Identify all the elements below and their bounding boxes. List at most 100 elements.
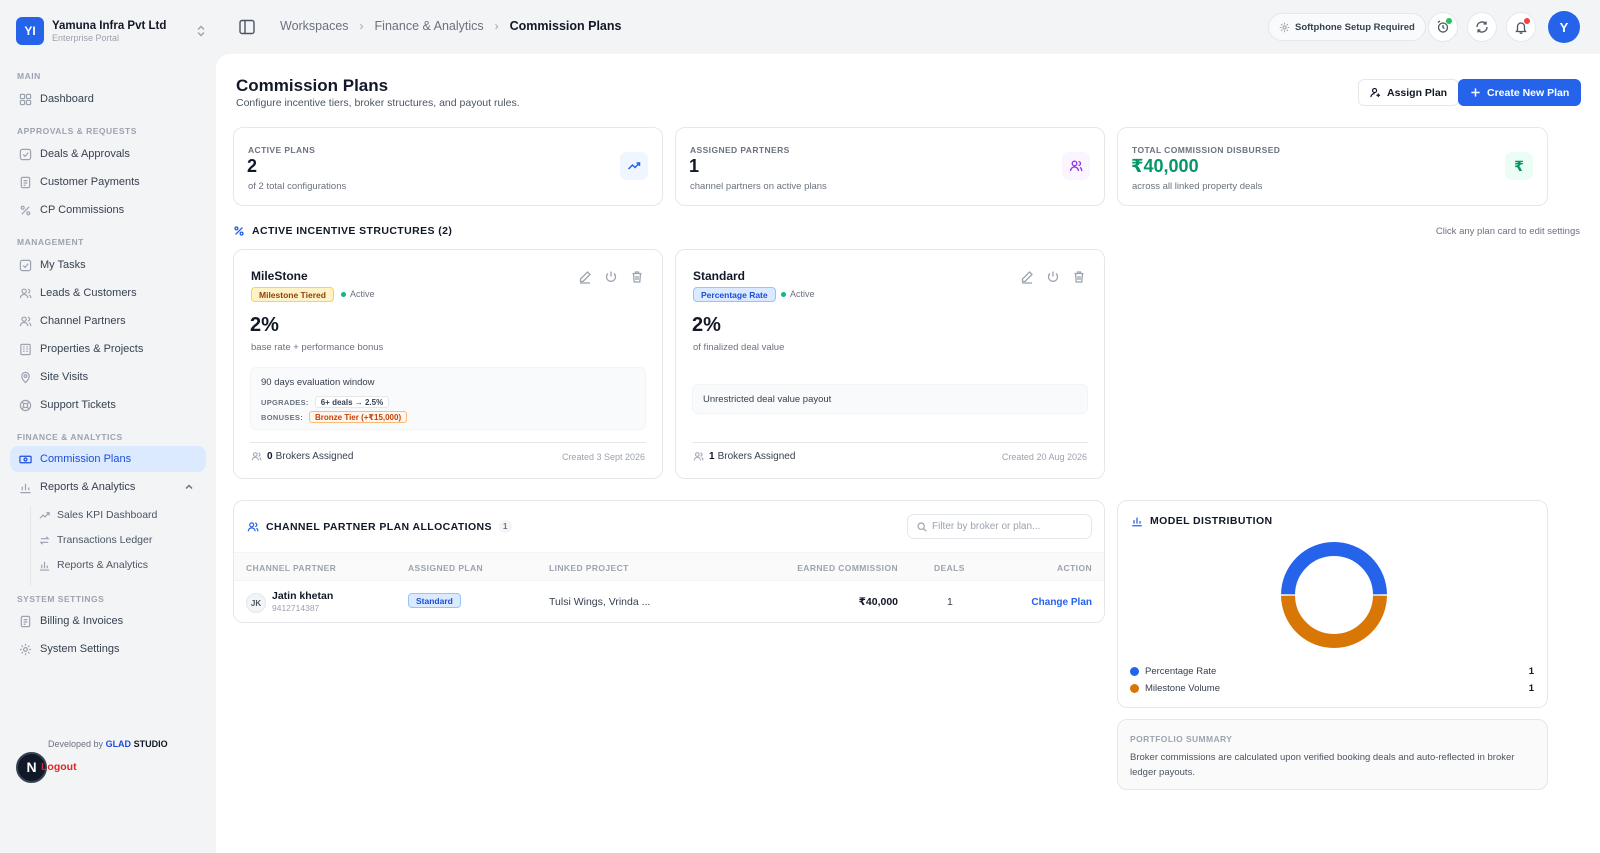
chevron-right-icon: › bbox=[494, 19, 499, 33]
sidebar-item-support-tickets[interactable]: Support Tickets bbox=[10, 392, 206, 418]
stat-desc: of 2 total configurations bbox=[248, 181, 347, 192]
legend-label: Percentage Rate bbox=[1145, 666, 1217, 677]
sidebar-item-billing[interactable]: Billing & Invoices bbox=[10, 608, 206, 634]
upgrades-label: UPGRADES: bbox=[261, 397, 309, 407]
sidebar-item-label: Channel Partners bbox=[40, 315, 126, 327]
sidebar-item-properties[interactable]: Properties & Projects bbox=[10, 336, 206, 362]
sidebar-item-deals[interactable]: Deals & Approvals bbox=[10, 141, 206, 167]
sidebar-item-reports[interactable]: Reports & Analytics bbox=[10, 474, 206, 500]
upgrades-row: UPGRADES: 6+ deals → 2.5% bbox=[261, 396, 390, 408]
stat-label: TOTAL COMMISSION DISBURSED bbox=[1132, 145, 1281, 155]
assign-plan-label: Assign Plan bbox=[1387, 86, 1448, 99]
sidebar-toggle-icon[interactable] bbox=[238, 18, 256, 36]
plan-type-badge: Percentage Rate bbox=[693, 287, 776, 302]
alarm-button[interactable] bbox=[1428, 12, 1458, 42]
sidebar-item-cp-commissions[interactable]: CP Commissions bbox=[10, 197, 206, 223]
plan-type-badge: Milestone Tiered bbox=[251, 287, 334, 302]
stat-card-assigned-partners: ASSIGNED PARTNERS 1 channel partners on … bbox=[675, 127, 1105, 206]
plan-status: Active bbox=[341, 289, 375, 299]
assigned-plan-badge: Standard bbox=[408, 593, 461, 608]
brokers-count: 1 bbox=[709, 451, 715, 462]
sidebar-item-site-visits[interactable]: Site Visits bbox=[10, 364, 206, 390]
sidebar: YI Yamuna Infra Pvt Ltd Enterprise Porta… bbox=[0, 0, 216, 853]
create-new-plan-button[interactable]: Create New Plan bbox=[1458, 79, 1582, 106]
power-icon[interactable] bbox=[604, 270, 618, 284]
plan-rules-box: Unrestricted deal value payout bbox=[692, 384, 1088, 414]
power-icon[interactable] bbox=[1046, 270, 1060, 284]
bar-chart-icon bbox=[19, 481, 32, 494]
brokers-assigned: 1 Brokers Assigned bbox=[693, 451, 795, 462]
stat-desc: across all linked property deals bbox=[1132, 181, 1263, 192]
allocations-count-badge: 1 bbox=[498, 520, 512, 533]
nav-section-finance: FINANCE & ANALYTICS bbox=[17, 432, 123, 442]
sidebar-subitem-reports[interactable]: Reports & Analytics bbox=[39, 554, 199, 576]
trash-icon[interactable] bbox=[630, 270, 644, 284]
bar-chart-icon bbox=[1131, 515, 1143, 527]
divider bbox=[250, 442, 646, 443]
sidebar-item-customer-payments[interactable]: Customer Payments bbox=[10, 169, 206, 195]
refresh-button[interactable] bbox=[1467, 12, 1497, 42]
sidebar-item-commission-plans[interactable]: Commission Plans bbox=[10, 446, 206, 472]
trending-up-icon bbox=[39, 510, 50, 521]
change-plan-link[interactable]: Change Plan bbox=[1031, 597, 1092, 608]
stat-value: 1 bbox=[689, 156, 700, 176]
breadcrumb-workspaces[interactable]: Workspaces bbox=[280, 19, 349, 33]
trash-icon[interactable] bbox=[1072, 270, 1086, 284]
notifications-button[interactable] bbox=[1506, 12, 1536, 42]
bar-chart-icon bbox=[39, 560, 50, 571]
filter-field[interactable] bbox=[907, 514, 1092, 539]
divider bbox=[692, 442, 1088, 443]
chevron-up-icon[interactable] bbox=[184, 482, 194, 492]
map-pin-icon bbox=[19, 371, 32, 384]
sidebar-item-dashboard[interactable]: Dashboard bbox=[10, 86, 206, 112]
legend-value: 1 bbox=[1528, 683, 1534, 694]
sidebar-item-label: Customer Payments bbox=[40, 176, 140, 188]
credit-studio: STUDIO bbox=[133, 739, 168, 749]
users-icon bbox=[251, 451, 262, 462]
sidebar-item-label: Deals & Approvals bbox=[40, 148, 130, 160]
user-avatar[interactable]: Y bbox=[1548, 11, 1580, 43]
plan-rate-description: of finalized deal value bbox=[693, 342, 785, 353]
linked-project: Tulsi Wings, Vrinda ... bbox=[549, 596, 651, 608]
sidebar-subitem-label: Reports & Analytics bbox=[57, 559, 149, 571]
plan-card-standard[interactable]: Standard Percentage Rate Active 2% of fi… bbox=[675, 249, 1105, 479]
sidebar-item-label: Site Visits bbox=[40, 371, 89, 383]
sidebar-item-channel-partners[interactable]: Channel Partners bbox=[10, 308, 206, 334]
sidebar-subitem-sales-kpi[interactable]: Sales KPI Dashboard bbox=[39, 504, 199, 526]
plan-rate: 2% bbox=[250, 314, 279, 336]
edit-icon[interactable] bbox=[1020, 270, 1034, 284]
portfolio-summary-card: PORTFOLIO SUMMARY Broker commissions are… bbox=[1117, 719, 1548, 790]
plan-card-milestone[interactable]: MileStone Milestone Tiered Active 2% bas… bbox=[233, 249, 663, 479]
sidebar-subitem-label: Sales KPI Dashboard bbox=[57, 509, 158, 521]
breadcrumb-finance[interactable]: Finance & Analytics bbox=[375, 19, 484, 33]
stat-label: ACTIVE PLANS bbox=[248, 145, 316, 155]
sidebar-item-leads[interactable]: Leads & Customers bbox=[10, 280, 206, 306]
softphone-setup-button[interactable]: Softphone Setup Required bbox=[1268, 13, 1426, 41]
filter-input[interactable] bbox=[932, 521, 1082, 532]
chart-title: MODEL DISTRIBUTION bbox=[1150, 515, 1273, 527]
status-dot bbox=[781, 291, 786, 297]
logout-button[interactable]: N Logout bbox=[16, 751, 77, 783]
sidebar-item-system-settings[interactable]: System Settings bbox=[10, 636, 206, 662]
lifebuoy-icon bbox=[19, 399, 32, 412]
assign-plan-button[interactable]: Assign Plan bbox=[1358, 79, 1460, 106]
online-indicator bbox=[1446, 18, 1452, 24]
plan-name: Standard bbox=[693, 269, 746, 283]
sidebar-subitem-transactions-ledger[interactable]: Transactions Ledger bbox=[39, 529, 199, 551]
sidebar-item-my-tasks[interactable]: My Tasks bbox=[10, 252, 206, 278]
portfolio-title: PORTFOLIO SUMMARY bbox=[1130, 734, 1233, 744]
building-icon bbox=[19, 343, 32, 356]
status-label: Active bbox=[350, 289, 375, 299]
users-icon bbox=[19, 287, 32, 300]
edit-icon[interactable] bbox=[578, 270, 592, 284]
plan-created-date: Created 3 Sept 2026 bbox=[561, 452, 645, 462]
sidebar-item-label: Leads & Customers bbox=[40, 287, 137, 299]
chevron-right-icon: › bbox=[359, 19, 364, 33]
column-header: ACTION bbox=[1057, 563, 1092, 573]
workspace-switcher[interactable]: YI Yamuna Infra Pvt Ltd Enterprise Porta… bbox=[16, 16, 206, 46]
nav-section-system: SYSTEM SETTINGS bbox=[17, 594, 105, 604]
legend-value: 1 bbox=[1528, 666, 1534, 677]
main-content: Commission Plans Configure incentive tie… bbox=[216, 54, 1600, 853]
brokers-label: Brokers Assigned bbox=[275, 451, 354, 462]
avatar: JK bbox=[246, 593, 266, 613]
